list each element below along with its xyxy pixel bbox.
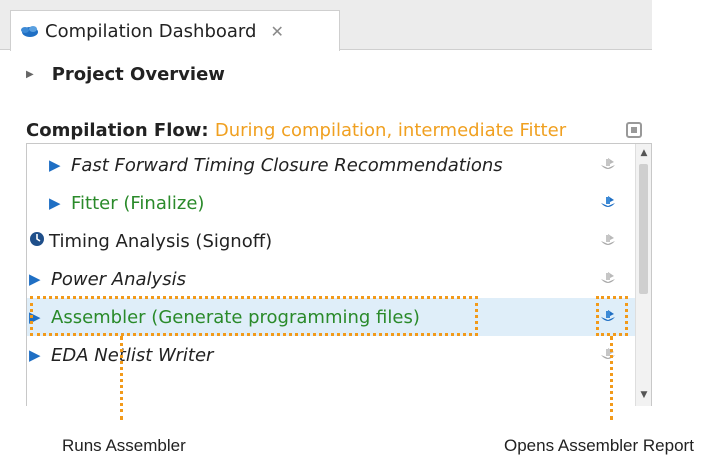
chevron-right-icon: ▶ bbox=[26, 69, 34, 80]
task-row-fast-forward[interactable]: ▶ Fast Forward Timing Closure Recommenda… bbox=[27, 146, 635, 184]
callout-highlight-report bbox=[596, 296, 628, 336]
report-icon[interactable] bbox=[599, 195, 617, 211]
tab-compilation-dashboard[interactable]: Compilation Dashboard ✕ bbox=[10, 10, 340, 51]
compilation-flow-label: Compilation Flow bbox=[26, 120, 202, 141]
scroll-down-icon[interactable]: ▼ bbox=[636, 388, 651, 402]
tab-bar: Compilation Dashboard ✕ bbox=[0, 0, 652, 51]
task-row-eda-netlist-writer[interactable]: ▶ EDA Netlist Writer bbox=[27, 336, 635, 374]
task-label: Fitter (Finalize) bbox=[71, 192, 205, 214]
task-row-fitter-finalize[interactable]: ▶ Fitter (Finalize) bbox=[27, 184, 635, 222]
report-icon[interactable] bbox=[599, 271, 617, 287]
callout-runs-assembler: Runs Assembler bbox=[62, 436, 186, 455]
callout-opens-report: Opens Assembler Report bbox=[504, 436, 694, 455]
scroll-thumb[interactable] bbox=[639, 164, 648, 294]
callout-line-assembler bbox=[120, 336, 123, 420]
task-label: Fast Forward Timing Closure Recommendati… bbox=[71, 154, 503, 176]
task-row-timing-analysis[interactable]: Timing Analysis (Signoff) bbox=[27, 222, 635, 260]
task-row-power-analysis[interactable]: ▶ Power Analysis bbox=[27, 260, 635, 298]
scroll-up-icon[interactable]: ▲ bbox=[636, 146, 651, 160]
expand-arrow-icon[interactable]: ▶ bbox=[49, 156, 71, 174]
expand-arrow-icon[interactable]: ▶ bbox=[49, 194, 71, 212]
compilation-flow-separator: : bbox=[201, 120, 215, 141]
report-icon[interactable] bbox=[599, 157, 617, 173]
task-label: Timing Analysis (Signoff) bbox=[49, 230, 273, 252]
report-icon[interactable] bbox=[599, 347, 617, 363]
compilation-status-text: During compilation, intermediate Fitter bbox=[214, 120, 567, 141]
task-label: Power Analysis bbox=[51, 268, 186, 290]
stop-icon[interactable] bbox=[626, 122, 642, 138]
callout-line-report bbox=[610, 336, 613, 420]
tab-title: Compilation Dashboard bbox=[45, 20, 257, 42]
report-icon[interactable] bbox=[599, 233, 617, 249]
close-icon[interactable]: ✕ bbox=[270, 22, 283, 41]
clock-icon bbox=[29, 231, 49, 251]
compilation-flow-header: Compilation Flow: During compilation, in… bbox=[26, 120, 652, 141]
vertical-scrollbar[interactable]: ▲ ▼ bbox=[635, 144, 651, 406]
project-overview-toggle[interactable]: ▶ Project Overview bbox=[26, 64, 225, 85]
callout-highlight-assembler bbox=[30, 296, 478, 336]
project-overview-label: Project Overview bbox=[51, 64, 225, 85]
expand-arrow-icon[interactable]: ▶ bbox=[29, 270, 51, 288]
dashboard-icon bbox=[19, 23, 39, 39]
expand-arrow-icon[interactable]: ▶ bbox=[29, 346, 51, 364]
compilation-dashboard-panel: Compilation Dashboard ✕ ▶ Project Overvi… bbox=[0, 0, 652, 406]
task-label: EDA Netlist Writer bbox=[51, 344, 214, 366]
